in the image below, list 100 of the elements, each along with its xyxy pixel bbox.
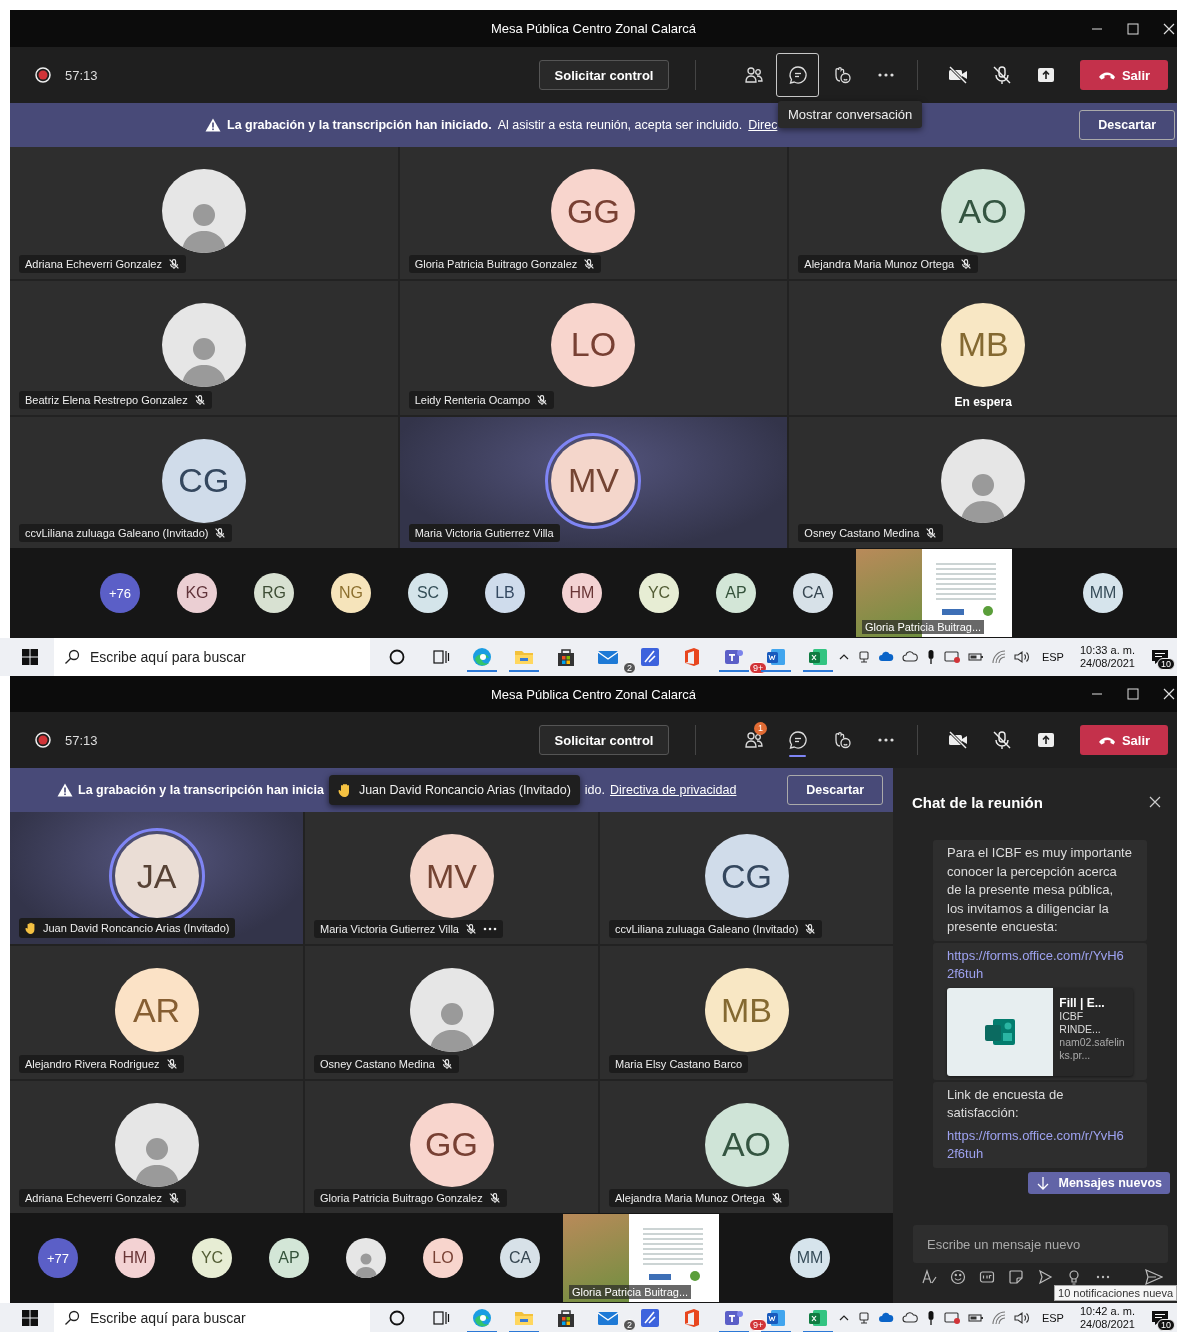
maximize-icon[interactable] bbox=[1127, 688, 1139, 700]
shared-screen-thumbnail[interactable]: Gloria Patricia Buitrag... bbox=[856, 549, 1012, 637]
tooltip: Mostrar conversación bbox=[778, 101, 923, 128]
link-preview-card[interactable]: Fill | E... ICBF RINDE... nam02.safelinks.pr... bbox=[947, 987, 1133, 1076]
meet-icon[interactable] bbox=[1037, 1269, 1053, 1285]
leave-button[interactable]: Salir bbox=[1080, 725, 1168, 755]
new-messages-button[interactable]: Mensajes nuevos bbox=[1028, 1172, 1170, 1194]
microphone-icon[interactable] bbox=[925, 649, 936, 665]
clock[interactable]: 10:33 a. m. 24/08/2021 bbox=[1079, 644, 1135, 670]
app-badge: 2 bbox=[623, 1319, 636, 1331]
cloud-outline-icon[interactable] bbox=[901, 1312, 918, 1324]
send-icon[interactable] bbox=[1145, 1269, 1163, 1285]
format-icon[interactable] bbox=[921, 1269, 937, 1285]
windows-logo-icon[interactable] bbox=[22, 1310, 38, 1326]
tooltip: 10 notificaciones nueva bbox=[1054, 1285, 1177, 1301]
language-indicator[interactable]: ESP bbox=[1041, 1312, 1064, 1324]
mic-off-icon[interactable] bbox=[991, 729, 1013, 751]
survey-link[interactable]: https://forms.office.com/r/YvH62f6tuh bbox=[947, 946, 1125, 984]
leave-button[interactable]: Salir bbox=[1080, 60, 1168, 90]
speaker-icon[interactable] bbox=[1013, 650, 1030, 664]
survey-link[interactable]: https://forms.office.com/r/YvH62f6tuh bbox=[947, 1126, 1125, 1164]
language-indicator[interactable]: ESP bbox=[1041, 651, 1064, 663]
participant-avatar[interactable]: CA bbox=[793, 573, 833, 613]
request-control-button[interactable]: Solicitar control bbox=[539, 60, 669, 90]
close-icon[interactable] bbox=[1163, 22, 1175, 35]
participant-avatar[interactable]: MM bbox=[1083, 573, 1123, 613]
battery-icon[interactable] bbox=[967, 1313, 984, 1323]
task-view-icon[interactable] bbox=[432, 648, 450, 666]
search-field[interactable]: Escribe aquí para buscar bbox=[54, 638, 370, 676]
wifi-icon[interactable] bbox=[991, 650, 1006, 664]
emoji-icon[interactable] bbox=[950, 1269, 966, 1285]
task-view-icon[interactable] bbox=[432, 1309, 450, 1327]
participant-avatar[interactable]: CA bbox=[500, 1238, 540, 1278]
participant-avatar[interactable]: AP bbox=[269, 1238, 309, 1278]
shared-screen-thumbnail[interactable]: Gloria Patricia Buitrag... bbox=[563, 1214, 719, 1302]
mic-off-icon[interactable] bbox=[991, 64, 1013, 86]
participant-avatar[interactable]: HM bbox=[115, 1238, 155, 1278]
participant-avatar[interactable]: YC bbox=[192, 1238, 232, 1278]
participant-avatar: MB bbox=[704, 968, 789, 1053]
close-icon[interactable] bbox=[1163, 688, 1175, 700]
clock[interactable]: 10:42 a. m. 24/08/2021 bbox=[1079, 1305, 1135, 1331]
dismiss-button[interactable]: Descartar bbox=[787, 775, 883, 805]
participant-avatar[interactable]: LB bbox=[485, 573, 525, 613]
monitor-icon[interactable] bbox=[943, 650, 960, 664]
app-badge: 9+ bbox=[749, 1319, 768, 1331]
close-icon[interactable] bbox=[1149, 796, 1161, 808]
search-icon bbox=[64, 649, 80, 665]
participant-avatar[interactable]: YC bbox=[639, 573, 679, 613]
search-field[interactable]: Escribe aquí para buscar bbox=[54, 1303, 370, 1332]
participant-avatar[interactable]: AP bbox=[716, 573, 756, 613]
message-text: Para el ICBF es muy importante conocer la percepción acerca de la presente mesa pública, los invitamos a diligenciar la presente encuesta: bbox=[947, 844, 1133, 936]
speaker-icon[interactable] bbox=[1013, 1311, 1030, 1325]
chat-button[interactable] bbox=[776, 53, 819, 97]
more-participants-count[interactable]: +76 bbox=[100, 573, 140, 613]
participant-avatar[interactable]: SC bbox=[408, 573, 448, 613]
search-icon bbox=[64, 1310, 80, 1326]
privacy-link[interactable]: Direc bbox=[748, 118, 778, 132]
chat-title: Chat de la reunión bbox=[912, 793, 1043, 811]
window-title: Mesa Pública Centro Zonal Calarcá bbox=[490, 21, 697, 36]
people-icon bbox=[743, 65, 764, 85]
cloud-icon[interactable] bbox=[877, 1312, 894, 1324]
dismiss-button[interactable]: Descartar bbox=[1079, 110, 1175, 140]
meeting-timer: 57:13 bbox=[65, 732, 98, 748]
participant-avatar[interactable]: NG bbox=[331, 573, 371, 613]
more-participants-count[interactable]: +77 bbox=[38, 1238, 78, 1278]
sticker-icon[interactable] bbox=[1008, 1269, 1024, 1285]
participant-avatar: MV bbox=[409, 834, 494, 918]
privacy-link[interactable]: Directiva de privacidad bbox=[610, 783, 737, 797]
banner-text: ido. bbox=[584, 783, 605, 797]
participant-name: Maria Victoria Gutierrez Villa bbox=[320, 923, 459, 936]
notification-count: 10 bbox=[1157, 658, 1175, 670]
camera-off-icon[interactable] bbox=[947, 64, 969, 86]
lightbulb-icon[interactable] bbox=[1066, 1269, 1082, 1285]
presenter-name: Gloria Patricia Buitrag... bbox=[862, 620, 985, 634]
webcam-icon[interactable] bbox=[857, 650, 870, 664]
photo-placeholder[interactable] bbox=[346, 1238, 386, 1278]
more-icon bbox=[876, 73, 895, 77]
participant-avatar[interactable]: RG bbox=[254, 573, 294, 613]
participant-avatar[interactable]: HM bbox=[562, 573, 602, 613]
wifi-icon[interactable] bbox=[991, 1311, 1006, 1325]
banner-text: Al asistir a esta reunión, acepta ser incluido. bbox=[497, 118, 743, 132]
circle-icon[interactable] bbox=[388, 1309, 406, 1327]
cloud-icon[interactable] bbox=[877, 651, 894, 663]
circle-icon[interactable] bbox=[388, 648, 406, 666]
monitor-icon[interactable] bbox=[943, 1311, 960, 1325]
message-input[interactable]: Escribe un mensaje nuevo bbox=[913, 1225, 1168, 1263]
battery-icon[interactable] bbox=[967, 652, 984, 662]
participant-name: Maria Elsy Castano Barco bbox=[615, 1057, 743, 1070]
microphone-icon[interactable] bbox=[925, 1310, 936, 1326]
participant-avatar[interactable]: KG bbox=[177, 573, 217, 613]
camera-off-icon[interactable] bbox=[947, 729, 969, 751]
cloud-outline-icon[interactable] bbox=[901, 651, 918, 663]
windows-logo-icon[interactable] bbox=[22, 649, 38, 665]
request-control-button[interactable]: Solicitar control bbox=[539, 725, 669, 755]
participant-avatar[interactable]: LO bbox=[423, 1238, 463, 1278]
webcam-icon[interactable] bbox=[857, 1311, 870, 1325]
maximize-icon[interactable] bbox=[1127, 22, 1139, 35]
participant-avatar[interactable]: MM bbox=[790, 1238, 830, 1278]
gif-icon[interactable] bbox=[979, 1269, 995, 1285]
raised-hand-icon bbox=[337, 782, 352, 798]
